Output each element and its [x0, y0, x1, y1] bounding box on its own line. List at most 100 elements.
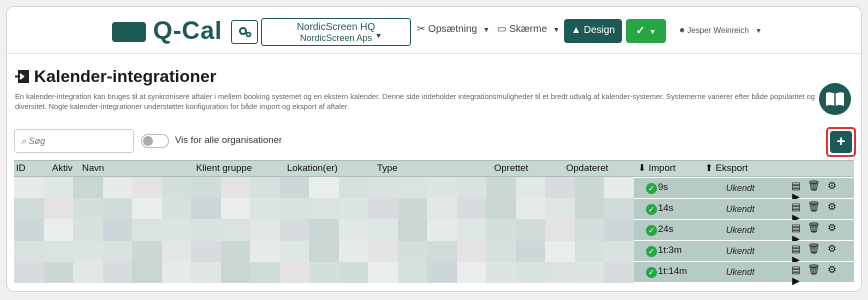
redacted-cell [279, 219, 310, 241]
redacted-cell [161, 177, 192, 199]
play-icon[interactable]: ▶ [787, 276, 805, 287]
redacted-cell [574, 240, 605, 262]
table-body: ✓ 9s Ukendt ▤ 🗑 ⚙▶ ✓ 14s Ukendt ▤ 🗑 ⚙▶ ✓ 24s Ukendt ▤ 🗑 ⚙… [14, 177, 854, 287]
redacted-cell [456, 240, 487, 262]
col-opdateret[interactable]: Opdateret [566, 163, 608, 174]
col-lokation[interactable]: Lokation(er) [287, 163, 338, 174]
redacted-cell [456, 198, 487, 220]
col-oprettet[interactable]: Oprettet [494, 163, 528, 174]
redacted-cell [132, 177, 162, 199]
redacted-cell [427, 240, 457, 262]
col-type[interactable]: Type [377, 163, 398, 174]
import-status: ✓ 1t:14m [646, 266, 687, 278]
book-icon [826, 92, 844, 106]
redacted-cell [574, 198, 605, 220]
redacted-cell [368, 240, 398, 262]
redacted-cell [161, 219, 192, 241]
search-input[interactable]: ⌕ Søg [14, 129, 134, 153]
table-row[interactable]: ✓ 9s Ukendt ▤ 🗑 ⚙▶ [634, 178, 854, 203]
redacted-cell [338, 240, 369, 262]
redacted-cell [132, 198, 162, 220]
export-status: Ukendt [726, 246, 755, 256]
col-import[interactable]: ⬇ Import [638, 163, 676, 174]
document-icon[interactable]: ▤ [787, 223, 805, 234]
table-header: ID Aktiv Navn Klient gruppe Lokation(er)… [14, 160, 854, 177]
nav-skaerme[interactable]: ▭ Skærme ▼ [497, 24, 560, 35]
import-duration: 14s [658, 203, 674, 214]
redacted-cell [161, 198, 192, 220]
trash-icon[interactable]: 🗑 [805, 223, 823, 234]
show-all-orgs-toggle[interactable] [141, 134, 169, 148]
trash-icon[interactable]: 🗑 [805, 244, 823, 255]
add-integration-button[interactable]: + [830, 131, 852, 153]
trash-icon[interactable]: 🗑 [805, 181, 823, 192]
redacted-cell [486, 261, 516, 283]
col-eksport[interactable]: ⬆ Eksport [705, 163, 748, 174]
redacted-cell [14, 219, 44, 241]
gear-icon[interactable]: ⚙ [823, 223, 841, 234]
redacted-cell [515, 240, 546, 262]
add-highlight: + [826, 127, 856, 157]
trash-icon[interactable]: 🗑 [805, 202, 823, 213]
document-icon[interactable]: ▤ [787, 244, 805, 255]
redacted-cell [250, 198, 280, 220]
redacted-cell [132, 261, 162, 283]
table-row[interactable]: ✓ 1t:3m Ukendt ▤ 🗑 ⚙▶ [634, 241, 854, 266]
gear-icon[interactable]: ⚙ [823, 202, 841, 213]
gear-icon[interactable]: ⚙ [823, 265, 841, 276]
gear-icon[interactable]: ⚙ [823, 181, 841, 192]
caret-down-icon: ▼ [552, 27, 560, 34]
redacted-cell [545, 240, 575, 262]
redacted-cell [43, 240, 74, 262]
document-icon[interactable]: ▤ [787, 265, 805, 276]
import-duration: 1t:3m [658, 245, 682, 256]
sync-button[interactable]: ✓ ▼ [626, 19, 666, 43]
redacted-cell [456, 219, 487, 241]
calendar-import-icon [15, 70, 29, 83]
redacted-cell [279, 198, 310, 220]
nav-opsaetning[interactable]: ✂ Opsætning ▼ [417, 24, 490, 35]
cogs-icon[interactable] [231, 20, 258, 44]
redacted-cell [427, 198, 457, 220]
redacted-cell [397, 261, 428, 283]
redacted-cell [132, 219, 162, 241]
col-klient-gruppe[interactable]: Klient gruppe [196, 163, 252, 174]
redacted-cell [368, 219, 398, 241]
redacted-cell [574, 177, 605, 199]
document-icon[interactable]: ▤ [787, 202, 805, 213]
redacted-cell [191, 198, 221, 220]
help-book-button[interactable] [819, 83, 851, 115]
import-status: ✓ 9s [646, 182, 668, 194]
page-description: En kalender-integration kan bruges til a… [15, 92, 815, 111]
import-status: ✓ 1t:3m [646, 245, 682, 257]
redacted-cell [102, 177, 133, 199]
redacted-cell [545, 219, 575, 241]
logo-mark [112, 22, 146, 42]
redacted-cell [191, 177, 221, 199]
caret-down-icon: ▼ [755, 28, 763, 35]
redacted-cell [250, 261, 280, 283]
document-icon[interactable]: ▤ [787, 181, 805, 192]
gear-icon[interactable]: ⚙ [823, 244, 841, 255]
col-id[interactable]: ID [16, 163, 26, 174]
redacted-cell [604, 240, 634, 262]
redacted-rows [14, 177, 634, 283]
design-button[interactable]: ▲ Design [564, 19, 622, 43]
col-import-label: Import [648, 163, 676, 174]
table-row[interactable]: ✓ 1t:14m Ukendt ▤ 🗑 ⚙ ▶ [634, 262, 854, 287]
page-title: Kalender-integrationer [15, 67, 216, 87]
col-navn[interactable]: Navn [82, 163, 104, 174]
redacted-cell [102, 198, 133, 220]
user-menu[interactable]: ● Jesper Weinreich ▼ [679, 25, 762, 36]
redacted-cell [427, 219, 457, 241]
redacted-cell [486, 240, 516, 262]
redacted-cell [427, 261, 457, 283]
table-row[interactable]: ✓ 24s Ukendt ▤ 🗑 ⚙▶ [634, 220, 854, 245]
col-aktiv[interactable]: Aktiv [52, 163, 73, 174]
redacted-cell [43, 219, 74, 241]
redacted-cell [427, 177, 457, 199]
table-row[interactable]: ✓ 14s Ukendt ▤ 🗑 ⚙▶ [634, 199, 854, 224]
trash-icon[interactable]: 🗑 [805, 265, 823, 276]
organization-select[interactable]: NordicScreen HQ NordicScreen Aps ▼ [261, 18, 411, 46]
logo-text: Q-Cal [153, 17, 223, 45]
